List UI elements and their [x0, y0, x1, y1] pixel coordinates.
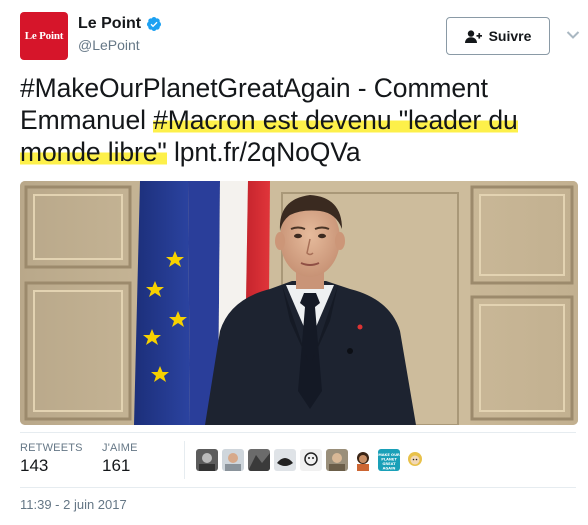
tweet-timestamp[interactable]: 11:39 - 2 juin 2017: [20, 497, 127, 512]
follow-label: Suivre: [488, 28, 532, 44]
svg-text:MAKE OUR: MAKE OUR: [378, 453, 400, 457]
tweet-text: #MakeOurPlanetGreatAgain - Comment Emman…: [20, 72, 576, 168]
svg-text:GREAT: GREAT: [382, 462, 396, 466]
liker-avatar-4[interactable]: [274, 449, 296, 471]
add-user-icon: [464, 29, 482, 43]
tweet-link[interactable]: lpnt.fr/2qNoQVa: [174, 137, 361, 167]
account-handle[interactable]: @LePoint: [78, 35, 162, 55]
liker-avatar-1[interactable]: [196, 449, 218, 471]
hashtag-makeourplanetgreatagain[interactable]: #MakeOurPlanetGreatAgain: [20, 73, 351, 103]
likes-count: 161: [102, 456, 131, 475]
tweet-photo[interactable]: [20, 181, 578, 425]
display-name[interactable]: Le Point: [78, 14, 141, 34]
liker-avatar-5[interactable]: [300, 449, 322, 471]
photo-image: [20, 181, 578, 425]
liker-avatar-6[interactable]: [326, 449, 348, 471]
follow-button[interactable]: Suivre: [446, 17, 550, 55]
tweet-stats: RETWEETS 143 J'AIME 161 MAKE OUR PLANET …: [20, 432, 576, 488]
svg-text:AGAIN: AGAIN: [383, 467, 396, 471]
verified-badge-icon: [147, 17, 162, 31]
chevron-down-icon[interactable]: [566, 30, 580, 40]
retweets-stat[interactable]: RETWEETS 143: [20, 441, 83, 477]
liker-avatar-2[interactable]: [222, 449, 244, 471]
retweets-count: 143: [20, 456, 49, 475]
liker-avatar-9[interactable]: [404, 449, 426, 471]
stats-divider: [184, 441, 185, 479]
liker-avatar-8[interactable]: MAKE OUR PLANET GREAT AGAIN: [378, 449, 400, 471]
liker-avatar-3[interactable]: [248, 449, 270, 471]
likes-label: J'AIME: [102, 442, 138, 454]
retweets-label: RETWEETS: [20, 442, 83, 454]
tweet-text-space: [167, 137, 174, 167]
avatar-text: Le Point: [24, 30, 64, 42]
liker-avatars: MAKE OUR PLANET GREAT AGAIN: [196, 449, 426, 471]
svg-text:PLANET: PLANET: [381, 458, 397, 462]
avatar[interactable]: Le Point: [20, 12, 68, 60]
tweet-header: Le Point Le Point @LePoint Suivre: [20, 12, 580, 62]
likes-stat[interactable]: J'AIME 161: [102, 441, 138, 477]
display-name-row[interactable]: Le Point: [78, 14, 162, 34]
liker-avatar-7[interactable]: [352, 449, 374, 471]
account-name-block[interactable]: Le Point @LePoint: [78, 14, 162, 55]
